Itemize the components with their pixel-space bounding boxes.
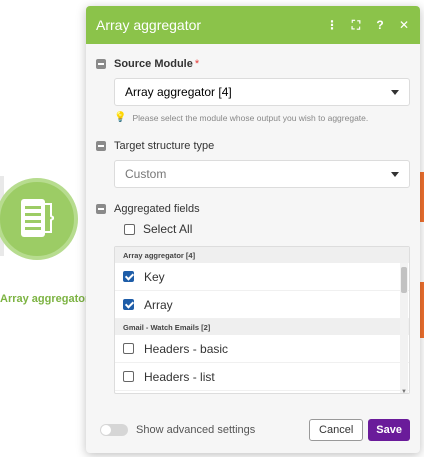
chevron-down-icon [391, 172, 399, 177]
lightbulb-icon: 💡 [114, 112, 127, 123]
collapse-icon[interactable] [96, 59, 106, 69]
close-icon[interactable]: ✕ [398, 18, 410, 32]
field-label: Headers - list [144, 369, 215, 384]
field-label: Key [144, 269, 165, 284]
select-all-label: Select All [143, 222, 193, 236]
module-settings-dialog: Array aggregator ⋮ ⛶ ? ✕ Source Module *… [86, 6, 420, 453]
fields-list: Array aggregator [4] Key Array Gmail - W… [114, 246, 410, 394]
hint-text: Please select the module whose output yo… [132, 112, 369, 123]
more-icon[interactable]: ⋮ [326, 18, 338, 32]
field-row-headers-list[interactable]: Headers - list [115, 363, 409, 391]
advanced-settings-toggle[interactable] [100, 423, 128, 436]
target-structure-label: Target structure type [114, 140, 215, 152]
fields-scrollbar[interactable]: ▼ [400, 263, 408, 393]
field-row-array[interactable]: Array [115, 291, 409, 319]
source-module-hint: 💡 Please select the module whose output … [114, 112, 368, 123]
chevron-down-icon [391, 90, 399, 95]
aggregator-icon [21, 199, 54, 237]
group-header: Array aggregator [4] [115, 247, 409, 263]
aggregator-module-node[interactable] [0, 178, 78, 260]
field-label: Headers - basic [144, 341, 229, 356]
field-label: Array [144, 297, 173, 312]
dialog-header: Array aggregator ⋮ ⛶ ? ✕ [86, 6, 420, 44]
dialog-title: Array aggregator [96, 17, 202, 33]
scrollbar-thumb[interactable] [401, 267, 407, 293]
checkbox[interactable] [124, 223, 135, 235]
checkbox[interactable] [123, 371, 134, 382]
field-row-key[interactable]: Key [115, 263, 409, 291]
scroll-down-icon[interactable]: ▼ [401, 389, 407, 393]
checkbox[interactable] [123, 343, 134, 354]
advanced-settings-label[interactable]: Show advanced settings [136, 424, 309, 436]
select-all-checkbox[interactable]: Select All [124, 222, 192, 236]
collapse-icon[interactable] [96, 141, 106, 151]
target-structure-select[interactable]: Custom [114, 160, 410, 188]
cancel-button[interactable]: Cancel [309, 418, 364, 441]
save-button[interactable]: Save [368, 418, 410, 441]
aggregated-fields-section: Aggregated fields [96, 203, 200, 215]
expand-icon[interactable]: ⛶ [350, 18, 362, 33]
module-label[interactable]: Array aggregator [0, 293, 89, 305]
dialog-footer: Show advanced settings Cancel Save [86, 406, 420, 453]
source-module-value: Array aggregator [4] [125, 85, 232, 99]
group-header: Gmail - Watch Emails [2] [115, 319, 409, 335]
checkbox-checked[interactable] [123, 271, 134, 282]
help-icon[interactable]: ? [374, 18, 386, 32]
target-structure-section: Target structure type [96, 140, 214, 152]
aggregated-fields-label: Aggregated fields [114, 203, 200, 215]
source-module-label: Source Module [114, 58, 193, 70]
checkbox-checked[interactable] [123, 299, 134, 310]
target-structure-value: Custom [125, 167, 167, 181]
source-module-section: Source Module * [96, 58, 199, 70]
collapse-icon[interactable] [96, 204, 106, 214]
field-row-headers-basic[interactable]: Headers - basic [115, 335, 409, 363]
source-module-select[interactable]: Array aggregator [4] [114, 78, 410, 106]
required-mark: * [194, 58, 200, 70]
